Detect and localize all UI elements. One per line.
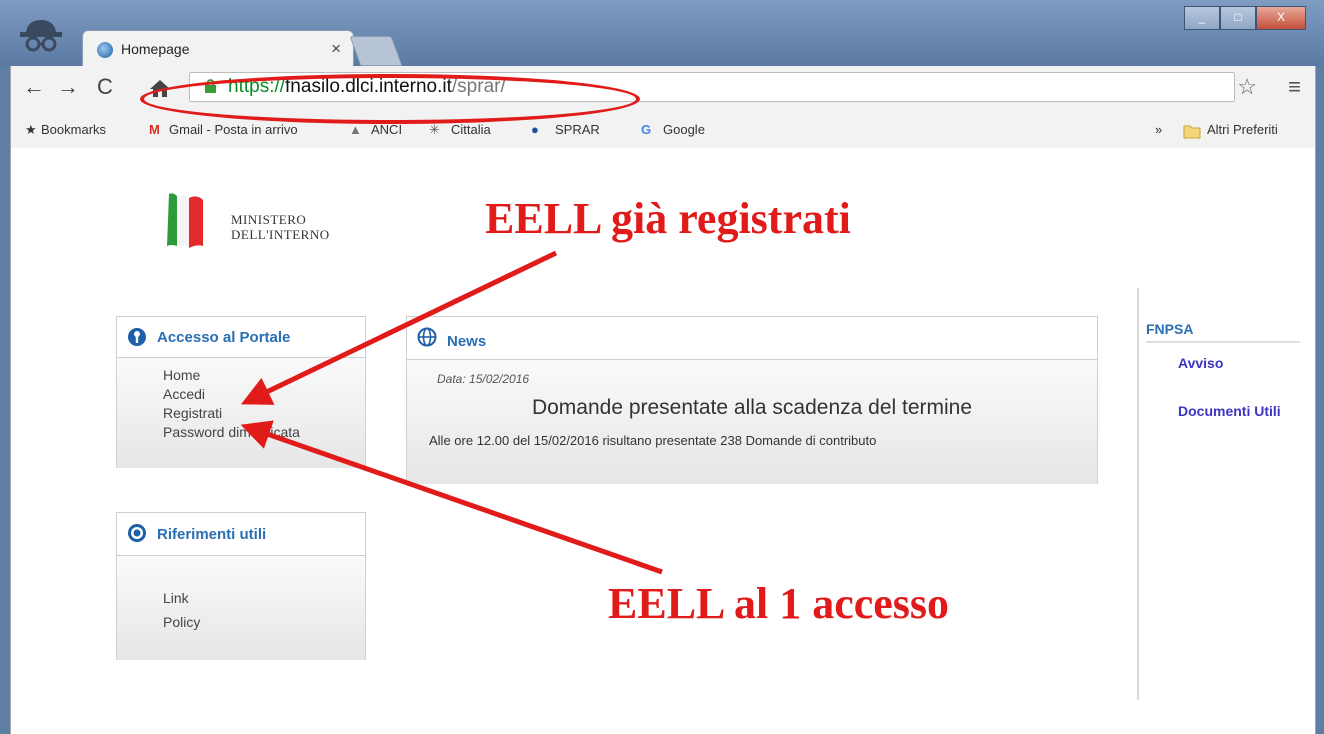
news-date: Data: 15/02/2016 (437, 372, 530, 386)
link-home[interactable]: Home (117, 366, 365, 385)
access-panel-body: Home Accedi Registrati Password dimentic… (117, 358, 365, 468)
link-link[interactable]: Link (117, 586, 365, 610)
news-panel: News Data: 15/02/2016 Domande presentate… (406, 316, 1098, 484)
link-registrati[interactable]: Registrati (117, 404, 365, 423)
gmail-icon: M (149, 122, 160, 137)
news-panel-header: News (407, 317, 1097, 360)
references-panel-header: Riferimenti utili (117, 513, 365, 556)
annotation-first-access: EELL al 1 accesso (608, 579, 950, 628)
references-panel: Riferimenti utili Link Policy (116, 512, 366, 660)
bookmark-sprar[interactable]: SPRAR (555, 122, 600, 137)
back-arrow-icon[interactable]: ← (23, 74, 45, 100)
link-accedi[interactable]: Accedi (117, 385, 365, 404)
link-documenti-utili[interactable]: Documenti Utili (1178, 403, 1281, 419)
ministero-logo-icon (167, 193, 203, 248)
tab-title: Homepage (121, 41, 190, 57)
cittalia-icon: ✳ (429, 122, 440, 137)
references-panel-title: Riferimenti utili (157, 526, 267, 543)
bookmarks-overflow[interactable]: » (1155, 122, 1162, 137)
link-policy[interactable]: Policy (117, 610, 365, 634)
bookmark-google[interactable]: Google (663, 122, 705, 137)
sprar-icon: ● (531, 122, 539, 137)
menu-icon[interactable]: ≡ (1288, 74, 1301, 100)
news-text: Alle ore 12.00 del 15/02/2016 risultano … (429, 433, 877, 448)
right-sidebar (1137, 288, 1317, 700)
tab-homepage[interactable]: Homepage × (82, 30, 354, 69)
bookmarks-label[interactable]: Bookmarks (41, 122, 106, 137)
access-panel: Accesso al Portale Home Accedi Registrat… (116, 316, 366, 468)
ministero-logo-text: MINISTERO DELL'INTERNO (231, 212, 330, 242)
annotation-registered: EELL già registrati (485, 194, 851, 243)
incognito-icon (20, 20, 62, 52)
anci-icon: ▲ (349, 122, 362, 137)
bookmarks-star-icon: ★ (25, 122, 37, 137)
forward-arrow-icon[interactable]: → (57, 74, 79, 100)
link-password-dimenticata[interactable]: Password dimenticata (117, 423, 365, 442)
access-panel-header: Accesso al Portale (117, 317, 365, 358)
references-panel-body: Link Policy (117, 556, 365, 660)
target-icon (128, 524, 146, 542)
bookmark-gmail[interactable]: Gmail - Posta in arrivo (169, 122, 339, 137)
close-tab-icon[interactable]: × (331, 39, 341, 59)
news-panel-title: News (447, 333, 487, 350)
reload-icon[interactable]: C (97, 74, 113, 100)
bookmark-cittalia[interactable]: Cittalia (451, 122, 491, 137)
logo-line-2: DELL'INTERNO (231, 227, 330, 242)
google-icon: G (641, 122, 652, 137)
url-highlight-oval (140, 74, 640, 124)
link-avviso[interactable]: Avviso (1178, 355, 1223, 371)
news-headline[interactable]: Domande presentate alla scadenza del ter… (407, 396, 1097, 420)
access-panel-title: Accesso al Portale (157, 329, 291, 346)
window-controls: _ □ X (1184, 6, 1306, 30)
fnpsa-title: FNPSA (1146, 321, 1194, 337)
fnpsa-divider (1146, 341, 1300, 343)
globe-icon (417, 327, 437, 347)
bookmark-anci[interactable]: ANCI (371, 122, 402, 137)
close-window-button[interactable]: X (1256, 6, 1306, 30)
maximize-button[interactable]: □ (1220, 6, 1256, 30)
folder-icon (1183, 125, 1201, 139)
other-bookmarks[interactable]: Altri Preferiti (1207, 122, 1278, 137)
minimize-button[interactable]: _ (1184, 6, 1220, 30)
globe-favicon-icon (97, 42, 113, 58)
logo-line-1: MINISTERO (231, 212, 307, 227)
bookmark-star-icon[interactable]: ☆ (1237, 74, 1257, 100)
news-panel-body: Data: 15/02/2016 Domande presentate alla… (407, 360, 1097, 484)
bookmarks-bar: ★ Bookmarks M Gmail - Posta in arrivo ▲ … (10, 116, 1316, 149)
key-icon (128, 328, 146, 346)
